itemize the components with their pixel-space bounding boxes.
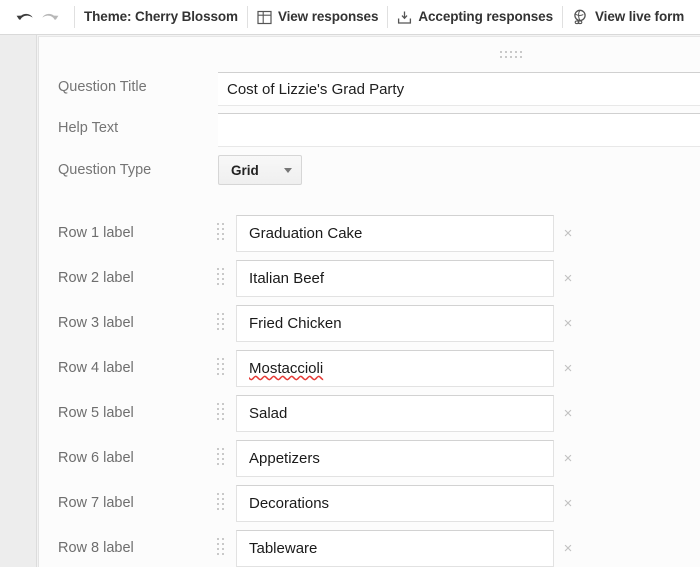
view-live-form-button[interactable]: View live form [563,0,693,34]
row-value-text: Mostaccioli [249,360,324,377]
row-label: Row 2 label [58,270,134,286]
help-text-input[interactable] [218,113,700,147]
question-type-label: Question Type [58,162,152,178]
grid-row: Row 6 label Appetizers × [0,437,700,482]
row-delete-button[interactable]: × [560,495,576,512]
question-title-label: Question Title [58,79,147,95]
row-label: Row 8 label [58,540,134,556]
question-type-value: Grid [231,162,259,178]
globe-link-icon [574,9,586,24]
undo-redo-group [0,0,74,34]
row-delete-button[interactable]: × [560,450,576,467]
view-responses-button[interactable]: View responses [248,0,387,34]
row-drag-handle[interactable] [217,358,227,378]
row-drag-handle[interactable] [217,403,227,423]
grid-row: Row 2 label Italian Beef × [0,257,700,302]
row-value-input[interactable]: Mostaccioli [236,350,554,387]
grip-dots-icon [500,50,524,60]
row-value-input[interactable]: Italian Beef [236,260,554,297]
grip-dots-icon [217,493,227,513]
row-value-text: Appetizers [249,450,320,467]
grip-dots-icon [217,448,227,468]
grid-row: Row 3 label Fried Chicken × [0,302,700,347]
row-delete-button[interactable]: × [560,225,576,242]
row-label: Row 4 label [58,360,134,376]
grid-row: Row 4 label Mostaccioli × [0,347,700,392]
row-value-text: Decorations [249,495,330,512]
row-value-input[interactable]: Tableware [236,530,554,567]
row-delete-button[interactable]: × [560,405,576,422]
grip-dots-icon [217,538,227,558]
row-value-text: Tableware [249,540,318,557]
question-type-dropdown[interactable]: Grid [218,155,302,185]
redo-button[interactable] [37,4,63,30]
chevron-down-icon [284,167,292,173]
redo-icon [41,13,58,20]
row-value-text: Salad [249,405,288,422]
accepting-responses-label: Accepting responses [418,9,554,25]
app-toolbar: Theme: Cherry Blossom View responses Acc… [0,0,700,35]
grip-dots-icon [217,358,227,378]
undo-button[interactable] [11,4,37,30]
grid-row: Row 5 label Salad × [0,392,700,437]
row-label: Row 6 label [58,450,134,466]
inbox-tray-icon [398,11,412,24]
row-value-text: Graduation Cake [249,225,363,242]
spreadsheet-icon [257,10,272,24]
row-label: Row 7 label [58,495,134,511]
row-value-text: Fried Chicken [249,315,342,332]
row-value-input[interactable]: Appetizers [236,440,554,477]
row-delete-button[interactable]: × [560,270,576,287]
grip-dots-icon [217,313,227,333]
grid-row: Row 8 label Tableware × [0,527,700,572]
row-label: Row 3 label [58,315,134,331]
card-drag-handle[interactable] [462,46,562,64]
row-value-input[interactable]: Fried Chicken [236,305,554,342]
row-value-input[interactable]: Graduation Cake [236,215,554,252]
view-responses-label: View responses [277,9,379,25]
grid-row: Row 1 label Graduation Cake × [0,212,700,257]
row-drag-handle[interactable] [217,538,227,558]
help-text-label: Help Text [58,120,119,136]
grip-dots-icon [217,403,227,423]
theme-label: Theme: Cherry Blossom [84,9,238,25]
row-label: Row 1 label [58,225,134,241]
row-delete-button[interactable]: × [560,540,576,557]
grip-dots-icon [217,268,227,288]
row-drag-handle[interactable] [217,493,227,513]
grid-row: Row 7 label Decorations × [0,482,700,527]
row-value-input[interactable]: Salad [236,395,554,432]
row-value-input[interactable]: Decorations [236,485,554,522]
row-drag-handle[interactable] [217,268,227,288]
row-label: Row 5 label [58,405,134,421]
theme-button[interactable]: Theme: Cherry Blossom [75,0,247,34]
undo-icon [16,13,33,20]
view-live-form-label: View live form [595,9,685,25]
accepting-responses-button[interactable]: Accepting responses [388,0,562,34]
row-drag-handle[interactable] [217,448,227,468]
question-title-input[interactable]: Cost of Lizzie's Grad Party [218,72,700,106]
row-value-text: Italian Beef [249,270,325,287]
row-delete-button[interactable]: × [560,315,576,332]
row-drag-handle[interactable] [217,223,227,243]
row-drag-handle[interactable] [217,313,227,333]
row-delete-button[interactable]: × [560,360,576,377]
grip-dots-icon [217,223,227,243]
